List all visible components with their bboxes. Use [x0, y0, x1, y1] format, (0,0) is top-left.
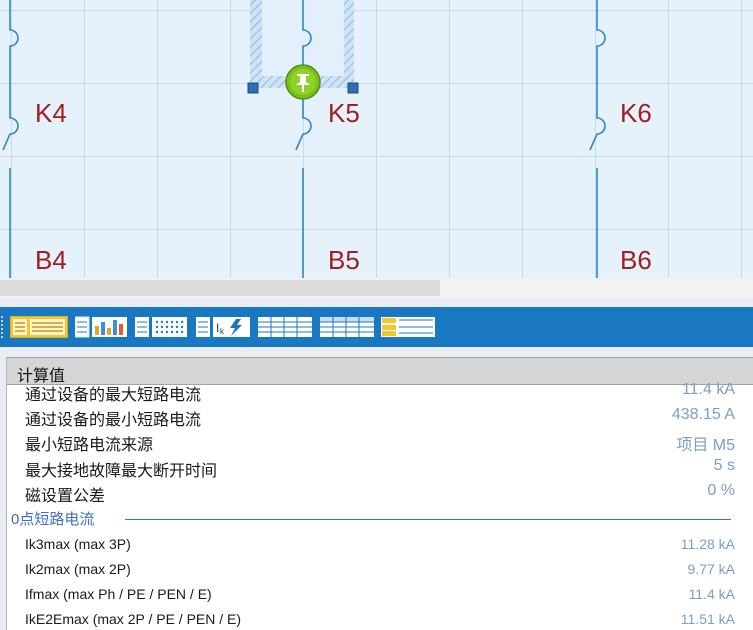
property-row[interactable]: Ik3max (max 3P) 11.28 kA — [7, 532, 745, 557]
property-label: 通过设备的最大短路电流 — [25, 387, 202, 404]
toolbar-grip[interactable] — [0, 315, 4, 339]
section-title: 0点短路电流 — [11, 508, 103, 529]
view-grid-a-button[interactable] — [258, 316, 312, 338]
view-dot-grid-button[interactable] — [135, 316, 187, 338]
view-tree-table-button[interactable] — [10, 316, 68, 338]
grid-icon — [320, 317, 374, 337]
property-row[interactable]: 通过设备的最大短路电流 11.4 kA — [7, 379, 745, 404]
scrollbar-thumb[interactable] — [0, 280, 440, 296]
property-label: 磁设置公差 — [25, 488, 106, 505]
view-bar-chart-button[interactable] — [75, 316, 127, 338]
property-value: 438.15 A — [671, 406, 735, 423]
section-divider[interactable]: 0点短路电流 — [7, 506, 745, 530]
circuit-k6 — [589, 0, 606, 278]
calculated-values-panel: 计算值 通过设备的最大短路电流 11.4 kA 通过设备的最小短路电流 438.… — [6, 357, 753, 630]
property-label: Ik3max (max 3P) — [25, 536, 131, 552]
property-value: 11.28 kA — [680, 536, 735, 552]
grid-icon — [258, 317, 312, 337]
view-grid-b-button[interactable] — [320, 316, 374, 338]
short-circuit-icon: I k — [196, 317, 250, 337]
property-label: Ifmax (max Ph / PE / PEN / E) — [25, 586, 212, 602]
horizontal-scrollbar[interactable] — [0, 278, 753, 298]
view-short-circuit-button[interactable]: I k — [196, 316, 250, 338]
property-label: Ik2max (max 2P) — [25, 561, 131, 577]
svg-text:I: I — [216, 321, 219, 335]
property-row[interactable]: IkE2Emax (max 2P / PE / PEN / E) 11.51 k… — [7, 607, 745, 630]
diagram-drawing — [2, 0, 606, 278]
property-label: 最小短路电流来源 — [25, 437, 154, 454]
property-row[interactable]: 最小短路电流来源 项目 M5 — [7, 429, 745, 454]
view-toolbar: I k — [0, 307, 753, 347]
device-label-k6[interactable]: K6 — [620, 98, 652, 129]
property-value: 0 % — [707, 482, 735, 499]
bus-label-b6[interactable]: B6 — [620, 245, 652, 276]
property-value: 11.4 kA — [688, 586, 735, 602]
property-row[interactable]: Ifmax (max Ph / PE / PEN / E) 11.4 kA — [7, 582, 745, 607]
property-label: 最大接地故障最大断开时间 — [25, 463, 218, 480]
view-yellow-list-button[interactable] — [381, 316, 435, 338]
property-value: 11.4 kA — [681, 381, 735, 398]
device-label-k5[interactable]: K5 — [328, 98, 360, 129]
property-label: 通过设备的最小短路电流 — [25, 412, 202, 429]
pushpin-icon[interactable] — [285, 64, 321, 100]
bar-chart-icon — [75, 316, 127, 338]
property-row[interactable]: 最大接地故障最大断开时间 5 s — [7, 455, 745, 480]
list-icon — [381, 317, 435, 337]
bus-label-b5[interactable]: B5 — [328, 245, 360, 276]
property-value: 项目 M5 — [676, 437, 735, 454]
property-row[interactable]: Ik2max (max 2P) 9.77 kA — [7, 557, 745, 582]
tree-table-icon — [10, 316, 68, 338]
property-row[interactable]: 通过设备的最小短路电流 438.15 A — [7, 404, 745, 429]
property-value: 9.77 kA — [687, 561, 735, 577]
circuit-k4 — [2, 0, 19, 278]
device-label-k4[interactable]: K4 — [35, 98, 67, 129]
property-value: 11.51 kA — [680, 611, 735, 627]
property-label: IkE2Emax (max 2P / PE / PEN / E) — [25, 611, 242, 627]
dot-grid-icon — [135, 317, 187, 337]
diagram-canvas[interactable]: K4 K5 K6 B4 B5 B6 — [0, 0, 753, 278]
section-divider-line — [125, 519, 731, 520]
property-value: 5 s — [713, 457, 735, 474]
property-row[interactable]: 磁设置公差 0 % — [7, 480, 745, 505]
bus-label-b4[interactable]: B4 — [35, 245, 67, 276]
